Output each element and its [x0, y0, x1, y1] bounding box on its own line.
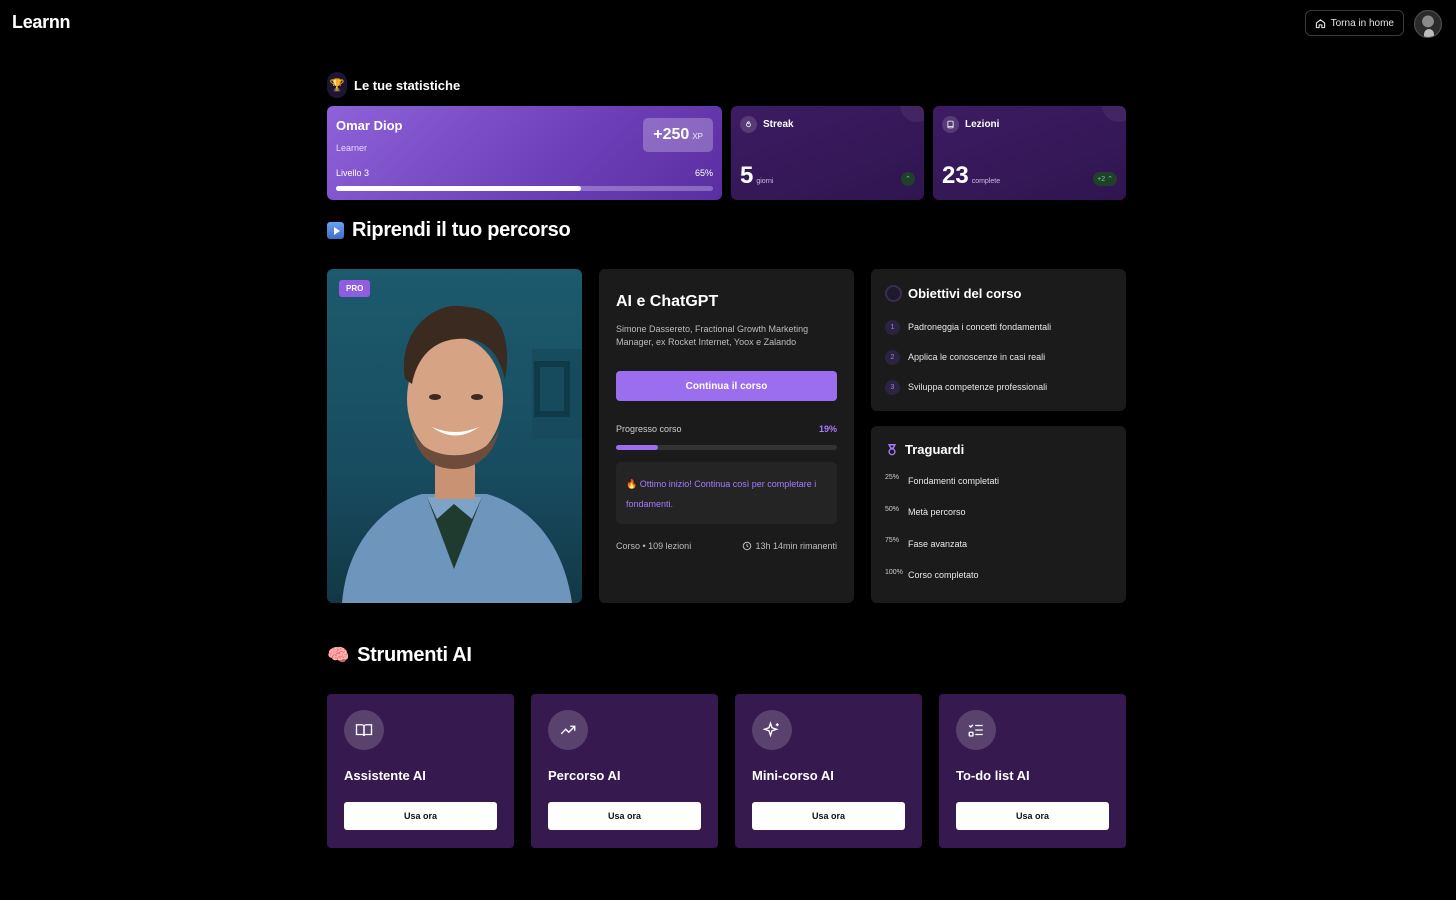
tool-card-todo: To-do list AI Usa ora [939, 694, 1126, 848]
lessons-card: Lezioni 23 complete +2 ⌃ [933, 106, 1126, 200]
lessons-unit: complete [971, 178, 1001, 185]
encouragement-note: 🔥 Ottimo inizio! Continua così per compl… [616, 462, 837, 524]
user-avatar[interactable] [1414, 10, 1442, 38]
lessons-value: 23 [942, 162, 969, 189]
milestones-card: Traguardi 25% Fondamenti completati 50% Me… [871, 426, 1126, 603]
use-now-button[interactable]: Usa ora [548, 802, 701, 830]
objective-number: 1 [885, 319, 900, 335]
tools-title: Strumenti AI [357, 644, 472, 666]
pro-badge: PRO [339, 280, 371, 297]
course-title: AI e ChatGPT [616, 293, 719, 310]
milestone-text: Fondamenti completati [908, 475, 1000, 486]
objective-item: 2 Applica le conoscenze in casi reali [885, 342, 1112, 372]
tools-heading: 🧠 Strumenti AI [327, 644, 472, 667]
trending-up-icon [548, 710, 588, 750]
tool-name: Assistente AI [344, 768, 426, 783]
tool-name: Mini-corso AI [752, 768, 834, 783]
level-label: Livello 3 [336, 168, 370, 178]
streak-unit: giorni [756, 178, 774, 185]
medal-icon [887, 443, 897, 455]
chevron-up-icon: ⌃ [1107, 176, 1113, 183]
milestones-title: Traguardi [905, 442, 965, 457]
milestone-percent: 75% [885, 537, 900, 545]
milestone-item: 25% Fondamenti completati [885, 465, 1112, 497]
play-icon [327, 222, 344, 239]
course-objectives-card: Obiettivi del corso 1 Padroneggia i conce… [871, 269, 1126, 411]
tool-card-assistente: Assistente AI Usa ora [327, 694, 514, 848]
instructor-portrait [342, 305, 582, 603]
milestone-text: Metà percorso [908, 507, 966, 518]
milestone-text: Corso completato [908, 570, 979, 581]
streak-card: Streak 5 giorni ⌃ [731, 106, 924, 200]
level-percent: 65% [694, 168, 713, 178]
stats-heading: 🏆 Le tue statistiche [327, 72, 460, 98]
course-progress-value: 19% [818, 424, 837, 434]
level-progress-fill [336, 186, 582, 191]
use-now-button[interactable]: Usa ora [344, 802, 497, 830]
lessons-label: Lezioni [965, 119, 1000, 130]
milestone-item: 50% Metà percorso [885, 497, 1112, 529]
milestone-percent: 50% [885, 505, 900, 513]
book-open-icon [344, 710, 384, 750]
user-level-card: Omar Diop Learner +250 XP Livello 3 65% [327, 106, 722, 200]
course-progress-label: Progresso corso [616, 424, 682, 434]
home-icon [1315, 18, 1325, 28]
objective-item: 3 Sviluppa competenze professionali [885, 372, 1112, 402]
book-icon [942, 116, 959, 133]
course-meta: Corso • 109 lezioni [616, 541, 692, 551]
home-button-label: Torna in home [1330, 17, 1394, 29]
use-now-button[interactable]: Usa ora [752, 802, 905, 830]
tool-card-mini-corso: Mini-corso AI Usa ora [735, 694, 922, 848]
xp-unit: XP [692, 132, 703, 141]
objective-item: 1 Padroneggia i concetti fondamentali [885, 312, 1112, 342]
course-card: AI e ChatGPT Simone Dassereto, Fractiona… [599, 269, 854, 603]
app-logo[interactable]: Learnn [12, 12, 71, 33]
milestone-percent: 100% [885, 568, 903, 576]
stats-title: Le tue statistiche [354, 77, 461, 93]
xp-badge: +250 XP [643, 118, 713, 152]
checklist-icon [956, 710, 996, 750]
streak-trend-chip: ⌃ [901, 172, 915, 186]
streak-value: 5 [740, 162, 754, 189]
course-author: Simone Dassereto, Fractional Growth Mark… [616, 324, 809, 347]
tool-name: To-do list AI [956, 768, 1030, 783]
trophy-icon: 🏆 [327, 72, 347, 98]
milestone-item: 75% Fase avanzata [885, 528, 1112, 560]
continue-course-button[interactable]: Continua il corso [616, 371, 837, 401]
flame-icon [740, 116, 757, 133]
course-instructor-photo[interactable]: PRO [327, 269, 582, 603]
clock-icon [743, 541, 752, 551]
objective-number: 2 [885, 349, 900, 365]
resume-heading: Riprendi il tuo percorso [327, 219, 571, 242]
time-remaining: 13h 14min rimanenti [755, 541, 837, 551]
xp-value: +250 [653, 126, 690, 143]
objective-text: Padroneggia i concetti fondamentali [908, 322, 1052, 332]
objective-text: Applica le conoscenze in casi reali [908, 352, 1046, 362]
tool-name: Percorso AI [548, 768, 621, 783]
milestone-percent: 25% [885, 474, 900, 482]
lessons-delta: +2 [1097, 175, 1106, 183]
milestone-text: Fase avanzata [908, 538, 968, 549]
chevron-up-icon: ⌃ [905, 176, 911, 183]
target-icon [885, 285, 902, 302]
milestone-item: 100% Corso completato [885, 560, 1112, 592]
sparkles-icon [752, 710, 792, 750]
home-button[interactable]: Torna in home [1304, 10, 1404, 36]
level-progress-bar [336, 186, 713, 191]
brain-icon: 🧠 [327, 645, 350, 665]
streak-label: Streak [763, 119, 794, 130]
tool-card-percorso: Percorso AI Usa ora [531, 694, 718, 848]
objective-text: Sviluppa competenze professionali [908, 382, 1048, 392]
course-progress-fill [616, 445, 658, 450]
lessons-delta-chip: +2 ⌃ [1093, 172, 1117, 186]
course-progress-bar [616, 445, 837, 450]
resume-title: Riprendi il tuo percorso [352, 219, 571, 241]
use-now-button[interactable]: Usa ora [956, 802, 1109, 830]
objectives-title: Obiettivi del corso [908, 286, 1022, 301]
objective-number: 3 [885, 379, 900, 395]
